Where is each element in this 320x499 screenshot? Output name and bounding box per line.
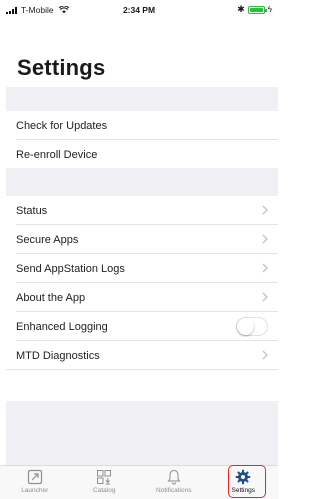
section-spacer (6, 168, 278, 196)
tab-label: Launcher (21, 487, 49, 494)
row-label: Secure Apps (16, 233, 79, 246)
chevron-right-icon (262, 350, 268, 360)
row-label: MTD Diagnostics (16, 349, 100, 362)
status-right: ✱ ϟ (237, 4, 272, 15)
chevron-right-icon (262, 205, 268, 215)
about-the-app-row[interactable]: About the App (6, 283, 278, 312)
row-label: About the App (16, 291, 86, 304)
row-label: Check for Updates (16, 119, 108, 132)
tab-label: Catalog (93, 487, 116, 494)
selected-tab-highlight (228, 465, 266, 498)
tab-label: Notifications (156, 487, 192, 494)
bell-icon (167, 469, 181, 485)
empty-area (6, 401, 278, 465)
tab-catalog[interactable]: Catalog (70, 466, 140, 499)
chevron-right-icon (262, 263, 268, 273)
row-label: Status (16, 204, 48, 217)
row-label: Send AppStation Logs (16, 262, 125, 275)
enhanced-logging-row: Enhanced Logging (6, 312, 278, 341)
status-bar: T-Mobile 2:34 PM ✱ ϟ (0, 0, 278, 20)
toggle-knob (237, 318, 254, 335)
status-row[interactable]: Status (6, 196, 278, 225)
page-title: Settings (17, 55, 106, 80)
secure-apps-row[interactable]: Secure Apps (6, 225, 278, 254)
enhanced-logging-toggle[interactable] (236, 317, 268, 336)
re-enroll-device-row[interactable]: Re-enroll Device (6, 140, 278, 169)
mtd-diagnostics-row[interactable]: MTD Diagnostics (6, 341, 278, 370)
section-spacer (6, 87, 278, 111)
bluetooth-icon: ✱ (237, 4, 245, 14)
chevron-right-icon (262, 292, 268, 302)
row-label: Re-enroll Device (16, 148, 98, 161)
charging-icon: ϟ (267, 5, 272, 14)
check-for-updates-row[interactable]: Check for Updates (6, 111, 278, 140)
send-appstation-logs-row[interactable]: Send AppStation Logs (6, 254, 278, 283)
battery-fill (249, 7, 263, 12)
settings-group-actions: Check for Updates Re-enroll Device (6, 111, 278, 169)
row-label: Enhanced Logging (16, 320, 108, 333)
battery-icon (247, 5, 267, 14)
settings-group-info: Status Secure Apps Send AppStation Logs … (6, 196, 278, 370)
chevron-right-icon (262, 234, 268, 244)
tab-launcher[interactable]: Launcher (0, 466, 70, 499)
tab-notifications[interactable]: Notifications (139, 466, 209, 499)
catalog-icon (97, 470, 112, 485)
launcher-icon (27, 469, 42, 485)
